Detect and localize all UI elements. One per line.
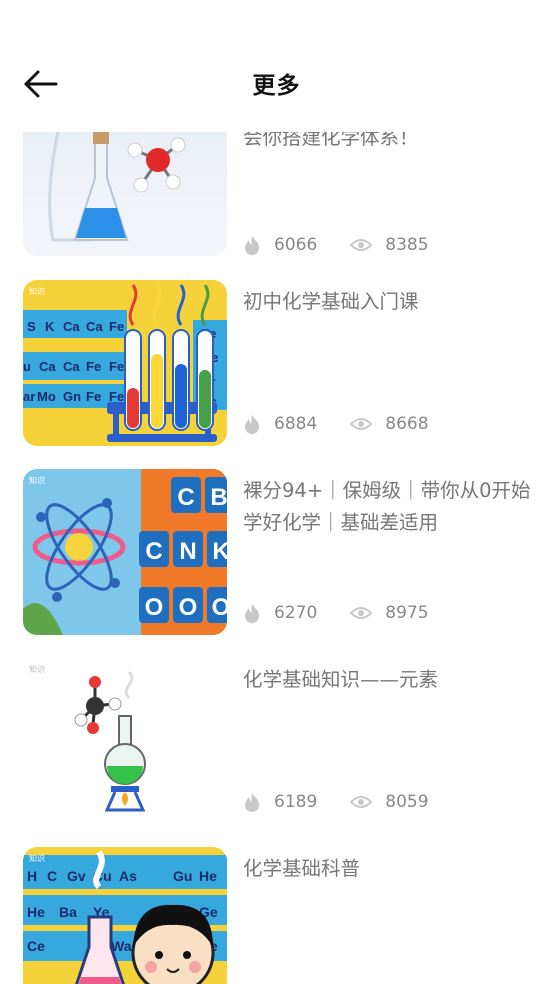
- svg-text:K: K: [212, 538, 227, 565]
- svg-text:Fe: Fe: [86, 389, 101, 404]
- view-count: 8975: [385, 603, 429, 623]
- svg-text:ar: ar: [23, 389, 35, 404]
- svg-text:Fe: Fe: [86, 359, 101, 374]
- eye-icon: [350, 607, 373, 619]
- page-title: 更多: [252, 73, 301, 99]
- fire-icon: [245, 604, 259, 623]
- svg-text:C: C: [47, 868, 57, 884]
- svg-text:O: O: [179, 594, 198, 621]
- svg-text:Gv: Gv: [67, 868, 86, 884]
- svg-text:Fe: Fe: [109, 319, 124, 334]
- hot-count: 6884: [274, 414, 318, 434]
- course-thumbnail[interactable]: S K Ca Ca Fe u Ca Ca Fe Fe ar Mo Gn Fe F…: [23, 280, 227, 446]
- svg-text:S: S: [27, 319, 36, 334]
- hot-count: 6270: [274, 603, 318, 623]
- top-bar: 更多: [0, 0, 553, 132]
- fire-icon: [245, 236, 259, 255]
- svg-text:Ce: Ce: [27, 938, 45, 954]
- svg-text:B: B: [210, 484, 227, 511]
- view-count: 8668: [385, 414, 429, 434]
- course-title: 化学基础科普: [243, 857, 361, 880]
- course-thumbnail[interactable]: 知识: [23, 658, 227, 824]
- svg-text:知识: 知识: [29, 286, 45, 296]
- svg-text:Ca: Ca: [63, 319, 80, 334]
- svg-text:As: As: [119, 868, 137, 884]
- svg-text:知识: 知识: [29, 664, 45, 674]
- view-count: 8059: [385, 792, 429, 812]
- list-item[interactable]: 知识 化学基础知识——元素 6189 8059: [23, 658, 533, 826]
- eye-icon: [350, 796, 373, 808]
- svg-text:K: K: [45, 319, 55, 334]
- svg-text:Gn: Gn: [63, 389, 81, 404]
- svg-text:C: C: [145, 538, 162, 565]
- svg-text:H: H: [27, 868, 37, 884]
- svg-text:C: C: [177, 484, 194, 511]
- course-thumbnail[interactable]: H C Gv Cu As Gu He He Ba Ye Cu Ge Ce Wa …: [23, 847, 227, 984]
- svg-text:He: He: [199, 868, 217, 884]
- list-item[interactable]: H C Gv Cu As Gu He He Ba Ye Cu Ge Ce Wa …: [23, 847, 533, 984]
- course-stats: 6270 8975: [243, 601, 429, 625]
- svg-text:Ca: Ca: [63, 359, 80, 374]
- fire-icon: [245, 415, 259, 434]
- svg-text:N: N: [179, 538, 196, 565]
- hot-count: 6189: [274, 792, 318, 812]
- list-item[interactable]: S K Ca Ca Fe u Ca Ca Fe Fe ar Mo Gn Fe F…: [23, 280, 533, 448]
- svg-text:Ba: Ba: [59, 904, 77, 920]
- svg-text:Gu: Gu: [173, 868, 192, 884]
- svg-text:Ca: Ca: [86, 319, 103, 334]
- hot-count: 6066: [274, 235, 318, 255]
- course-thumbnail[interactable]: C B C N K O O O 知识: [23, 469, 227, 635]
- eye-icon: [350, 418, 373, 430]
- svg-text:Fe: Fe: [109, 389, 124, 404]
- svg-text:Fe: Fe: [109, 359, 124, 374]
- svg-text:O: O: [212, 594, 227, 621]
- fire-icon: [245, 793, 259, 812]
- course-list: 会你搭建化学体系！ 6066 8385 S K Ca Ca Fe u Ca Ca…: [0, 0, 553, 984]
- eye-icon: [350, 239, 373, 251]
- view-count: 8385: [385, 235, 429, 255]
- svg-text:O: O: [145, 594, 164, 621]
- course-stats: 6066 8385: [243, 233, 429, 257]
- course-stats: 6189 8059: [243, 790, 429, 814]
- svg-text:He: He: [27, 904, 45, 920]
- course-stats: 6884 8668: [243, 412, 429, 436]
- course-title: 化学基础知识——元素: [243, 668, 439, 691]
- svg-text:u: u: [23, 359, 31, 374]
- svg-text:知识: 知识: [29, 475, 45, 485]
- list-item[interactable]: C B C N K O O O 知识 裸分94+｜保姆级｜带你从0开始学好化学｜…: [23, 469, 533, 637]
- svg-text:知识: 知识: [29, 853, 45, 863]
- course-title: 裸分94+｜保姆级｜带你从0开始学好化学｜基础差适用: [243, 479, 531, 534]
- svg-text:Mo: Mo: [37, 389, 56, 404]
- svg-text:Ca: Ca: [39, 359, 56, 374]
- course-title: 初中化学基础入门课: [243, 290, 419, 313]
